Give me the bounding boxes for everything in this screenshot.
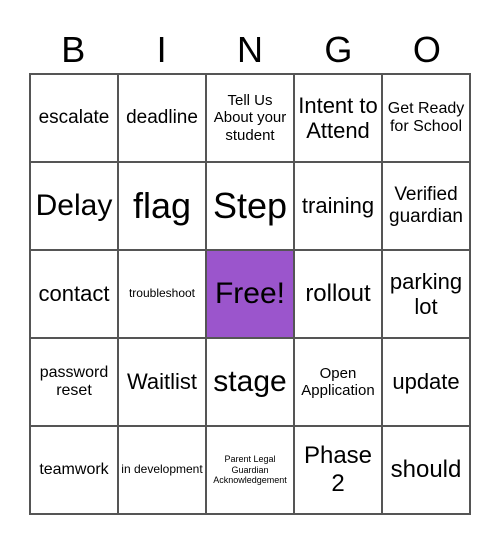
bingo-cell[interactable]: Intent to Attend [294, 74, 382, 162]
bingo-card: escalate deadline Tell Us About your stu… [29, 73, 471, 515]
bingo-cell[interactable]: teamwork [30, 426, 118, 514]
bingo-cell[interactable]: contact [30, 250, 118, 338]
bingo-cell[interactable]: Verified guardian [382, 162, 470, 250]
free-space[interactable]: Free! [206, 250, 294, 338]
bingo-cell[interactable]: Waitlist [118, 338, 206, 426]
bingo-cell[interactable]: Parent Legal Guardian Acknowledgement [206, 426, 294, 514]
bingo-cell[interactable]: Step [206, 162, 294, 250]
header-letter-i: I [156, 29, 167, 70]
bingo-cell[interactable]: Get Ready for School [382, 74, 470, 162]
bingo-cell[interactable]: should [382, 426, 470, 514]
bingo-cell[interactable]: Phase 2 [294, 426, 382, 514]
bingo-cell[interactable]: password reset [30, 338, 118, 426]
header-letter-o: O [412, 29, 441, 70]
bingo-cell[interactable]: Tell Us About your student [206, 74, 294, 162]
bingo-cell[interactable]: rollout [294, 250, 382, 338]
bingo-cell[interactable]: Open Application [294, 338, 382, 426]
bingo-cell[interactable]: deadline [118, 74, 206, 162]
bingo-cell[interactable]: in development [118, 426, 206, 514]
bingo-cell[interactable]: troubleshoot [118, 250, 206, 338]
bingo-cell[interactable]: Delay [30, 162, 118, 250]
bingo-cell[interactable]: escalate [30, 74, 118, 162]
header-letter-n: N [237, 29, 264, 70]
bingo-cell[interactable]: training [294, 162, 382, 250]
bingo-cell[interactable]: parking lot [382, 250, 470, 338]
header-letter-b: B [61, 29, 86, 70]
bingo-cell[interactable]: flag [118, 162, 206, 250]
bingo-cell[interactable]: update [382, 338, 470, 426]
header-letter-g: G [324, 29, 353, 70]
bingo-cell[interactable]: stage [206, 338, 294, 426]
bingo-header: B I N G O [29, 28, 471, 72]
